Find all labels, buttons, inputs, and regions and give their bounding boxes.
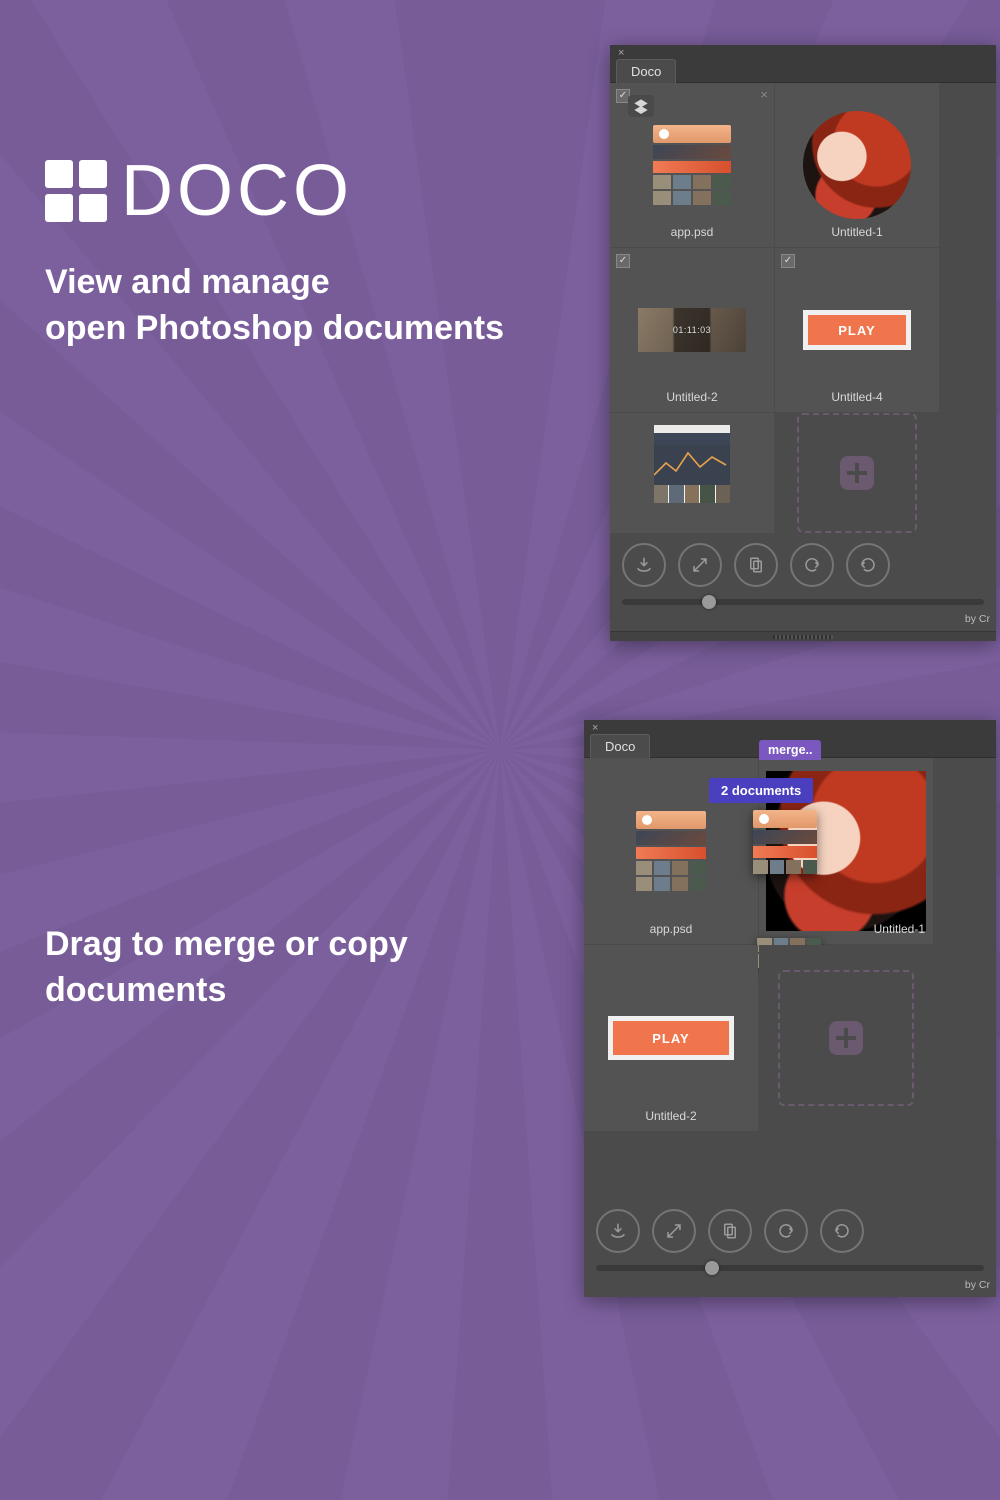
doc-label: Untitled-1 [775,225,939,239]
expand-button[interactable] [652,1209,696,1253]
document-grid: app.psd merge.. 2 documents Untitled-1 [584,758,996,1131]
redo-button[interactable] [846,543,890,587]
layers-icon [628,95,654,117]
panel-tab-doco[interactable]: Doco [590,734,650,758]
thumbnail: PLAY [608,1016,734,1060]
doc-cell-untitled-1[interactable]: Untitled-1 [775,83,939,247]
drag-count-badge: 2 documents [709,778,813,803]
plus-icon [829,1021,863,1055]
doc-cell-untitled-2[interactable]: PLAY Untitled-2 [584,945,758,1131]
panel-resize-grip[interactable] [610,631,996,641]
thumbnail [654,425,730,503]
tagline-1: View and manage open Photoshop documents [45,260,565,352]
merge-badge: merge.. [759,740,821,760]
doco-logo: DOCO [45,150,353,232]
doc-label: Untitled-2 [610,390,774,404]
credit-text: by Cr [610,609,996,631]
copy-button[interactable] [734,543,778,587]
panel-chrome: × [584,720,996,734]
copy-button[interactable] [708,1209,752,1253]
doc-label: Untitled-2 [584,1109,758,1123]
doc-label: Untitled-4 [775,390,939,404]
doc-cell-chart[interactable] [610,413,774,533]
add-document-cell[interactable] [775,413,939,533]
doc-cell-app[interactable]: ✓ × app.psd [610,83,774,247]
doc-label: Untitled-1 [759,922,925,936]
redo-button[interactable] [820,1209,864,1253]
tagline-2: Drag to merge or copy documents [45,922,485,1014]
close-panel-icon[interactable]: × [618,47,624,59]
doc-label: app.psd [610,225,774,239]
logo-word: DOCO [121,150,353,232]
undo-button[interactable] [764,1209,808,1253]
thumbnail: 01:11:03 [638,308,746,352]
panel-chrome: × [610,45,996,59]
panel-toolbar [584,1199,996,1257]
slider-knob[interactable] [705,1261,719,1275]
thumbnail [648,115,736,215]
checkbox-icon[interactable]: ✓ [616,254,630,268]
zoom-slider[interactable] [622,599,984,605]
panel-toolbar [610,533,996,591]
thumbnail [636,811,706,891]
close-icon[interactable]: × [760,87,768,102]
slider-knob[interactable] [702,595,716,609]
doco-panel-1: × Doco ✓ × app.psd [610,45,996,641]
plus-icon [840,456,874,490]
zoom-slider[interactable] [596,1265,984,1271]
doco-panel-2: × Doco app.psd merge.. 2 documents [584,720,996,1297]
document-grid: ✓ × app.psd Untitled-1 [610,83,996,533]
panel-tabrow: Doco [610,59,996,83]
undo-button[interactable] [790,543,834,587]
add-document-cell[interactable] [759,945,933,1131]
doc-label: app.psd [584,922,758,936]
checkbox-icon[interactable]: ✓ [781,254,795,268]
expand-button[interactable] [678,543,722,587]
credit-text: by Cr [584,1275,996,1297]
thumbnail: PLAY [803,310,911,350]
close-panel-icon[interactable]: × [592,722,598,734]
thumbnail [803,111,911,219]
panel-tab-doco[interactable]: Doco [616,59,676,83]
merge-button[interactable] [622,543,666,587]
logo-grid-icon [45,160,107,222]
doc-cell-untitled-1[interactable]: merge.. 2 documents Untitled-1 [759,758,933,944]
merge-button[interactable] [596,1209,640,1253]
doc-cell-untitled-4[interactable]: ✓ PLAY Untitled-4 [775,248,939,412]
doc-cell-untitled-2[interactable]: ✓ 01:11:03 Untitled-2 [610,248,774,412]
